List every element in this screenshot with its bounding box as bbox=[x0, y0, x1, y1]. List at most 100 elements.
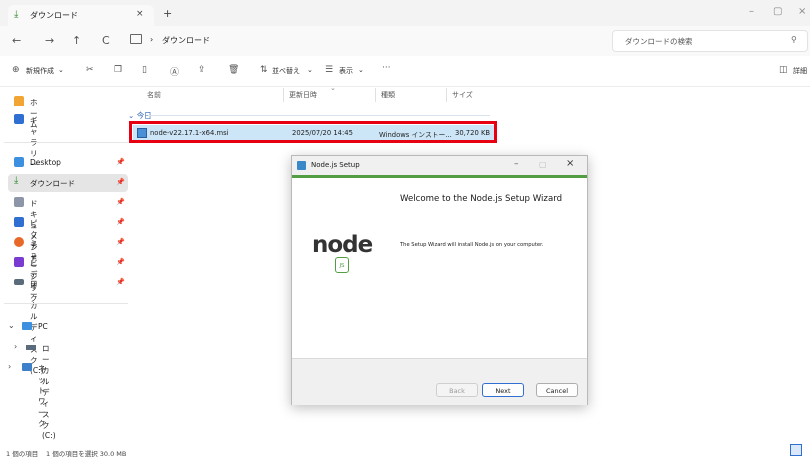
minimize-button[interactable]: – bbox=[749, 6, 754, 17]
column-header-type[interactable]: 種類 bbox=[381, 90, 395, 100]
column-header-name[interactable]: 名前 bbox=[147, 90, 161, 100]
forward-button[interactable]: → bbox=[45, 34, 54, 47]
pin-icon: 📌 bbox=[116, 278, 125, 286]
wizard-heading: Welcome to the Node.js Setup Wizard bbox=[400, 194, 563, 204]
disk-icon bbox=[14, 279, 24, 285]
gallery-icon bbox=[14, 114, 24, 124]
sidebar-item-label: Desktop bbox=[30, 158, 61, 167]
breadcrumb-separator: › bbox=[150, 35, 154, 44]
accent-stripe bbox=[292, 175, 587, 178]
logo-wordmark: node bbox=[312, 232, 373, 258]
share-icon[interactable]: ⇪ bbox=[198, 65, 206, 75]
sort-chevron-icon: ⌄ bbox=[330, 84, 336, 92]
details-view-toggle[interactable] bbox=[790, 444, 802, 456]
chevron-right-icon[interactable]: › bbox=[14, 342, 17, 351]
tab-close-icon[interactable]: × bbox=[136, 9, 144, 19]
chevron-down-icon: ⌄ bbox=[128, 111, 135, 120]
paste-icon[interactable]: ▯ bbox=[142, 65, 147, 75]
dialog-minimize-button[interactable]: – bbox=[514, 159, 519, 169]
search-input[interactable]: ダウンロードの検索 ⚲ bbox=[612, 30, 808, 52]
new-tab-button[interactable]: + bbox=[163, 7, 172, 20]
cancel-button[interactable]: Cancel bbox=[536, 383, 578, 397]
home-icon bbox=[14, 96, 24, 106]
chevron-down-icon[interactable]: ⌄ bbox=[8, 321, 15, 330]
back-button[interactable]: ← bbox=[12, 34, 21, 47]
wizard-description: The Setup Wizard will install Node.js on… bbox=[400, 242, 544, 248]
dialog-title: Node.js Setup bbox=[311, 161, 360, 169]
download-icon: ⤓ bbox=[14, 175, 19, 186]
music-icon bbox=[14, 237, 24, 247]
dialog-maximize-button: ▢ bbox=[539, 160, 547, 169]
rename-icon[interactable]: Ⓐ bbox=[170, 65, 179, 78]
dialog-title-bar: Node.js Setup – ▢ × bbox=[292, 156, 587, 175]
pin-icon: 📌 bbox=[116, 218, 125, 226]
tab-title: ダウンロード bbox=[30, 11, 78, 20]
column-header-date[interactable]: 更新日時 bbox=[289, 90, 317, 100]
desktop-icon bbox=[14, 157, 24, 167]
sidebar-item-downloads[interactable]: ⤓ ダウンロード 📌 bbox=[8, 174, 128, 192]
pin-icon: 📌 bbox=[116, 178, 125, 186]
sidebar-item-label: PC bbox=[38, 322, 48, 331]
pc-icon bbox=[22, 322, 32, 330]
video-icon bbox=[14, 257, 24, 267]
network-icon bbox=[22, 363, 32, 371]
dialog-footer: Back Next Cancel bbox=[292, 358, 587, 405]
group-divider bbox=[148, 115, 490, 116]
delete-icon[interactable]: 🗑 bbox=[228, 65, 239, 75]
details-button[interactable]: 詳細 bbox=[793, 66, 807, 76]
sidebar-item-label: ネットワーク bbox=[38, 364, 46, 428]
disk-icon bbox=[26, 345, 36, 350]
up-button[interactable]: ↑ bbox=[72, 34, 81, 47]
restore-button[interactable]: ▢ bbox=[773, 6, 782, 17]
installer-icon bbox=[297, 161, 306, 170]
sidebar-divider bbox=[4, 303, 128, 304]
pin-icon: 📌 bbox=[116, 158, 125, 166]
pin-icon: 📌 bbox=[116, 198, 125, 206]
title-bar: ⤓ ダウンロード × + – ▢ × bbox=[0, 0, 810, 26]
logo-js-badge: JS bbox=[335, 257, 349, 273]
sidebar-item-label: ダウンロード bbox=[30, 179, 75, 188]
address-bar-row: ← → ↑ C › ダウンロード ダウンロードの検索 ⚲ bbox=[0, 26, 810, 56]
view-button[interactable]: 表示 bbox=[339, 66, 353, 76]
sort-button[interactable]: 並べ替え bbox=[272, 66, 300, 76]
status-item-count: 1 個の項目 bbox=[6, 450, 39, 458]
status-selection: 1 個の項目を選択 30.0 MB bbox=[46, 450, 127, 458]
column-header-size[interactable]: サイズ bbox=[452, 90, 473, 100]
refresh-button[interactable]: C bbox=[102, 34, 110, 47]
pin-icon: 📌 bbox=[116, 258, 125, 266]
new-button[interactable]: 新規作成 bbox=[26, 66, 54, 76]
close-button[interactable]: × bbox=[798, 6, 806, 17]
new-icon: ⊕ bbox=[12, 65, 20, 75]
view-dropdown-icon[interactable]: ⌄ bbox=[358, 66, 364, 74]
dialog-close-button[interactable]: × bbox=[566, 158, 574, 169]
sort-dropdown-icon[interactable]: ⌄ bbox=[307, 66, 313, 74]
new-dropdown-icon[interactable]: ⌄ bbox=[58, 66, 64, 74]
chevron-right-icon[interactable]: › bbox=[8, 362, 11, 371]
copy-icon[interactable]: ❐ bbox=[114, 65, 122, 75]
command-bar: ⊕ 新規作成 ⌄ ✂ ❐ ▯ Ⓐ ⇪ 🗑 ⇅ 並べ替え ⌄ ☰ 表示 ⌄ ···… bbox=[0, 56, 810, 87]
document-icon bbox=[14, 197, 24, 207]
dialog-content: Welcome to the Node.js Setup Wizard The … bbox=[292, 175, 587, 358]
highlight-annotation bbox=[129, 121, 497, 143]
breadcrumb-downloads[interactable]: ダウンロード bbox=[162, 35, 210, 46]
cut-icon[interactable]: ✂ bbox=[86, 65, 94, 75]
search-placeholder: ダウンロードの検索 bbox=[625, 37, 693, 46]
column-divider bbox=[283, 88, 284, 102]
setup-dialog: Node.js Setup – ▢ × Welcome to the Node.… bbox=[291, 155, 588, 405]
next-button[interactable]: Next bbox=[482, 383, 524, 397]
more-options-button[interactable]: ··· bbox=[382, 63, 391, 73]
pictures-icon bbox=[14, 217, 24, 227]
pin-icon: 📌 bbox=[116, 238, 125, 246]
search-icon: ⚲ bbox=[791, 35, 797, 44]
column-divider bbox=[446, 88, 447, 102]
download-icon: ⤓ bbox=[14, 9, 19, 20]
back-button: Back bbox=[436, 383, 478, 397]
column-divider bbox=[375, 88, 376, 102]
view-icon: ☰ bbox=[325, 65, 334, 75]
sort-icon: ⇅ bbox=[260, 65, 268, 75]
sidebar-divider bbox=[4, 142, 128, 143]
address-bar[interactable]: › ダウンロード bbox=[124, 30, 604, 50]
details-pane-icon: ◫ bbox=[779, 65, 788, 75]
tab-downloads[interactable]: ⤓ ダウンロード × bbox=[8, 5, 154, 26]
monitor-icon bbox=[130, 34, 142, 44]
